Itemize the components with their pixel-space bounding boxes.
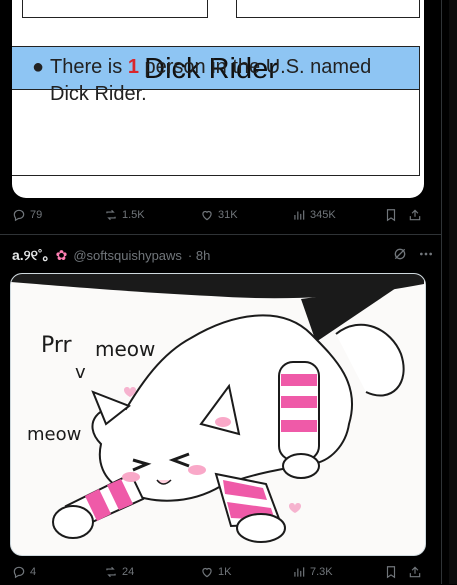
views-button[interactable]: 7.3K xyxy=(292,565,333,579)
share-button[interactable] xyxy=(408,208,422,222)
post-time[interactable]: · 8h xyxy=(188,248,210,263)
fact-text: There is 1 person in the U.S. named Dick… xyxy=(50,54,390,108)
views-button[interactable]: 345K xyxy=(292,208,336,222)
heart-icon xyxy=(202,210,212,221)
share-icon xyxy=(409,209,421,221)
grok-icon[interactable] xyxy=(392,246,408,262)
scrollbar[interactable] xyxy=(449,0,457,584)
bookmark-button[interactable] xyxy=(384,565,398,579)
post2-header: a.୨୧˚｡ ✿ @softsquishypaws · 8h xyxy=(12,246,210,264)
post1-action-bar: 79 1.5K 31K 345K xyxy=(12,208,432,228)
bullet-dot: ● xyxy=(32,56,45,78)
column-divider xyxy=(441,0,442,584)
views-icon xyxy=(294,567,305,577)
fact-text-before: There is xyxy=(50,56,123,78)
prr-text: Prr xyxy=(41,333,73,358)
heart-icon xyxy=(202,567,212,578)
share-button[interactable] xyxy=(408,565,422,579)
views-icon xyxy=(294,210,305,220)
meow-text-1: meow xyxy=(95,337,155,361)
post-image-card[interactable]: Prr meow v meow xyxy=(10,273,426,556)
share-icon xyxy=(409,566,421,578)
reply-button[interactable]: 79 xyxy=(12,208,42,222)
reply-icon xyxy=(13,566,25,579)
post2-menu xyxy=(392,246,434,262)
frame-stub-right xyxy=(236,0,420,18)
more-options-icon[interactable] xyxy=(418,246,434,262)
flower-emoji-icon: ✿ xyxy=(55,246,68,263)
repost-icon xyxy=(106,209,116,221)
post-separator xyxy=(0,234,441,235)
post-image-card[interactable]: Dick Rider ● There is 1 person in the U.… xyxy=(12,0,424,198)
reply-count: 79 xyxy=(30,209,43,221)
like-button[interactable]: 31K xyxy=(200,208,238,222)
v-text: v xyxy=(75,362,86,383)
meow-text-2: meow xyxy=(27,424,81,445)
views-count: 345K xyxy=(310,209,336,221)
display-name[interactable]: a.୨୧˚｡ xyxy=(12,245,50,265)
reply-count: 4 xyxy=(30,566,37,578)
repost-icon xyxy=(106,566,116,578)
like-count: 31K xyxy=(218,209,238,221)
repost-count: 24 xyxy=(122,566,135,578)
post2-action-bar: 4 24 1K 7.3K xyxy=(12,565,432,585)
like-count: 1K xyxy=(218,566,232,578)
repost-button[interactable]: 1.5K xyxy=(104,208,145,222)
frame-stub-left xyxy=(22,0,208,18)
repost-count: 1.5K xyxy=(122,209,145,221)
reply-button[interactable]: 4 xyxy=(12,565,36,579)
views-count: 7.3K xyxy=(310,566,333,578)
bookmark-button[interactable] xyxy=(384,208,398,222)
user-handle[interactable]: @softsquishypaws xyxy=(73,248,182,263)
cat-illustration: Prr meow v meow xyxy=(11,274,424,543)
reply-icon xyxy=(13,209,25,222)
bookmark-icon xyxy=(386,566,396,579)
bookmark-icon xyxy=(386,209,396,222)
like-button[interactable]: 1K xyxy=(200,565,231,579)
fact-number: 1 xyxy=(127,56,139,78)
repost-button[interactable]: 24 xyxy=(104,565,134,579)
